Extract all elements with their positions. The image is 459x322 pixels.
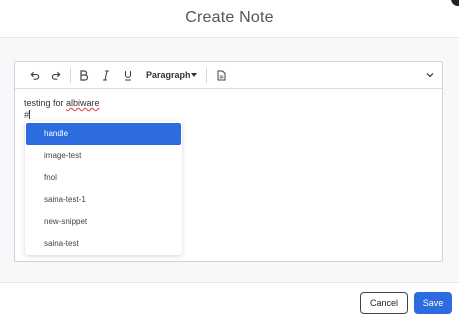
note-editor[interactable]: Paragraph testing for albiware # handle …	[14, 61, 443, 262]
misspelled-word: albiware	[66, 98, 100, 108]
text-cursor	[29, 110, 31, 119]
underline-icon[interactable]	[121, 68, 135, 82]
mention-option[interactable]: new-snippet	[26, 211, 181, 233]
toolbar-divider	[70, 68, 71, 83]
modal-title: Create Note	[185, 9, 274, 26]
editor-text: testing for	[24, 98, 67, 108]
mention-dropdown: handle image-test fnol saina-test-1 new-…	[25, 121, 182, 255]
mention-option[interactable]: fnol	[26, 167, 181, 189]
chevron-down-icon[interactable]	[423, 68, 437, 82]
mention-option[interactable]: saina-test	[26, 233, 181, 255]
chevron-down-icon	[191, 73, 197, 77]
cancel-button[interactable]: Cancel	[360, 292, 408, 314]
toolbar-divider	[206, 68, 207, 83]
modal-footer: Cancel Save	[0, 282, 459, 322]
document-icon[interactable]	[214, 68, 228, 82]
editor-toolbar: Paragraph	[15, 62, 442, 89]
close-icon[interactable]	[451, 0, 459, 6]
editor-text-line: #	[24, 110, 31, 120]
modal-header: Create Note	[0, 0, 459, 38]
redo-icon[interactable]	[49, 68, 63, 82]
save-button[interactable]: Save	[414, 292, 452, 314]
italic-icon[interactable]	[99, 68, 113, 82]
mention-option[interactable]: image-test	[26, 145, 181, 167]
mention-option[interactable]: saina-test-1	[26, 189, 181, 211]
undo-icon[interactable]	[27, 68, 41, 82]
editor-text-line: testing for albiware	[24, 98, 100, 108]
block-format-select[interactable]: Paragraph	[146, 70, 191, 80]
bold-icon[interactable]	[77, 68, 91, 82]
mention-option[interactable]: handle	[26, 123, 181, 145]
